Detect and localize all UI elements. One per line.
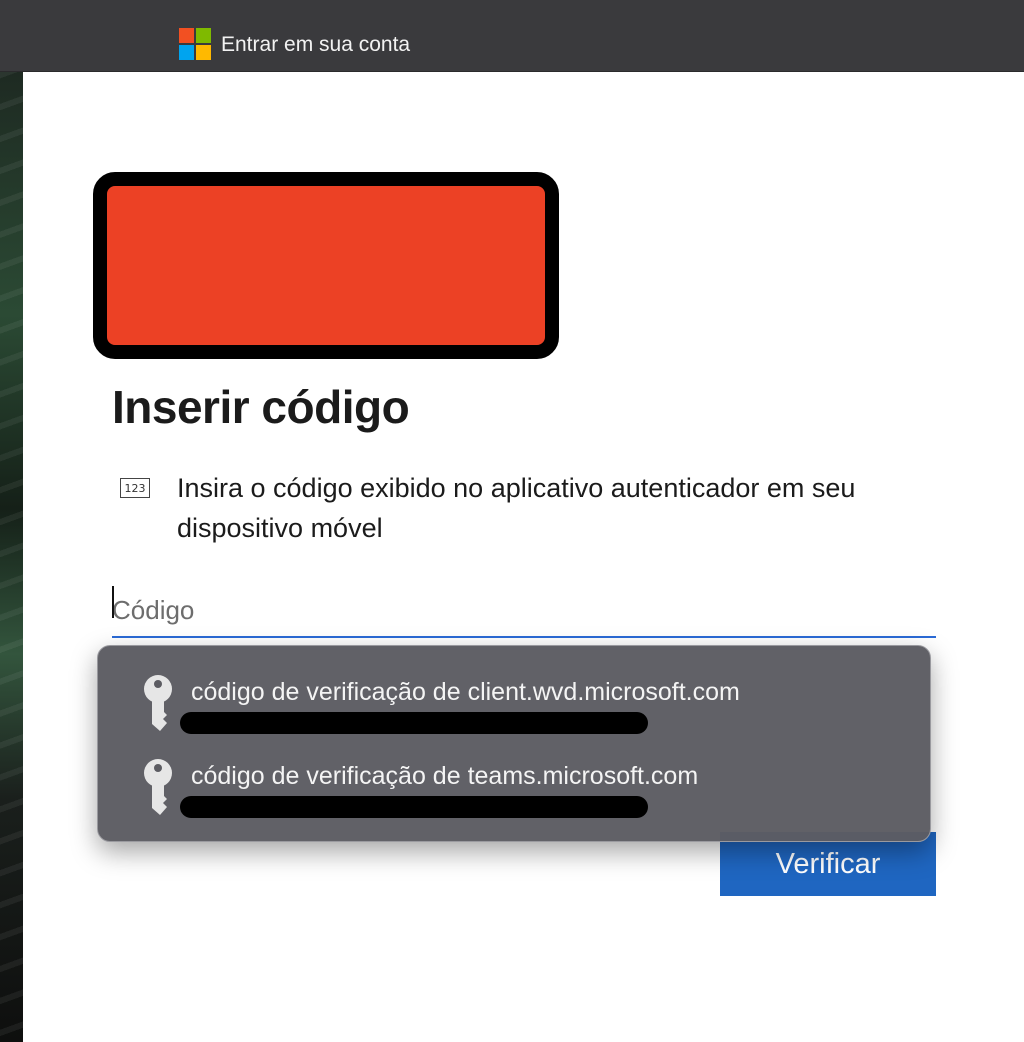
window-titlebar: Entrar em sua conta — [0, 0, 1024, 72]
redacted-code-bar — [180, 796, 648, 818]
autofill-dropdown: código de verificação de client.wvd.micr… — [97, 645, 931, 842]
autofill-item-client-wvd[interactable]: código de verificação de client.wvd.micr… — [98, 674, 932, 758]
microsoft-logo-icon — [179, 28, 211, 60]
window-title: Entrar em sua conta — [221, 33, 411, 56]
autofill-item-teams[interactable]: código de verificação de teams.microsoft… — [98, 758, 932, 842]
page-title: Inserir código — [112, 381, 410, 433]
redacted-code-bar — [180, 712, 648, 734]
text-caret — [112, 586, 114, 618]
background-desktop — [0, 72, 23, 1042]
instruction-text: Insira o código exibido no aplicativo au… — [177, 473, 856, 543]
autofill-item-label: código de verificação de client.wvd.micr… — [191, 678, 740, 706]
redacted-logo-box — [93, 172, 559, 359]
key-icon — [144, 759, 172, 815]
authenticator-code-icon: 123 — [120, 478, 150, 498]
code-input[interactable] — [112, 584, 936, 638]
key-icon — [144, 675, 172, 731]
autofill-item-label: código de verificação de teams.microsoft… — [191, 762, 699, 790]
